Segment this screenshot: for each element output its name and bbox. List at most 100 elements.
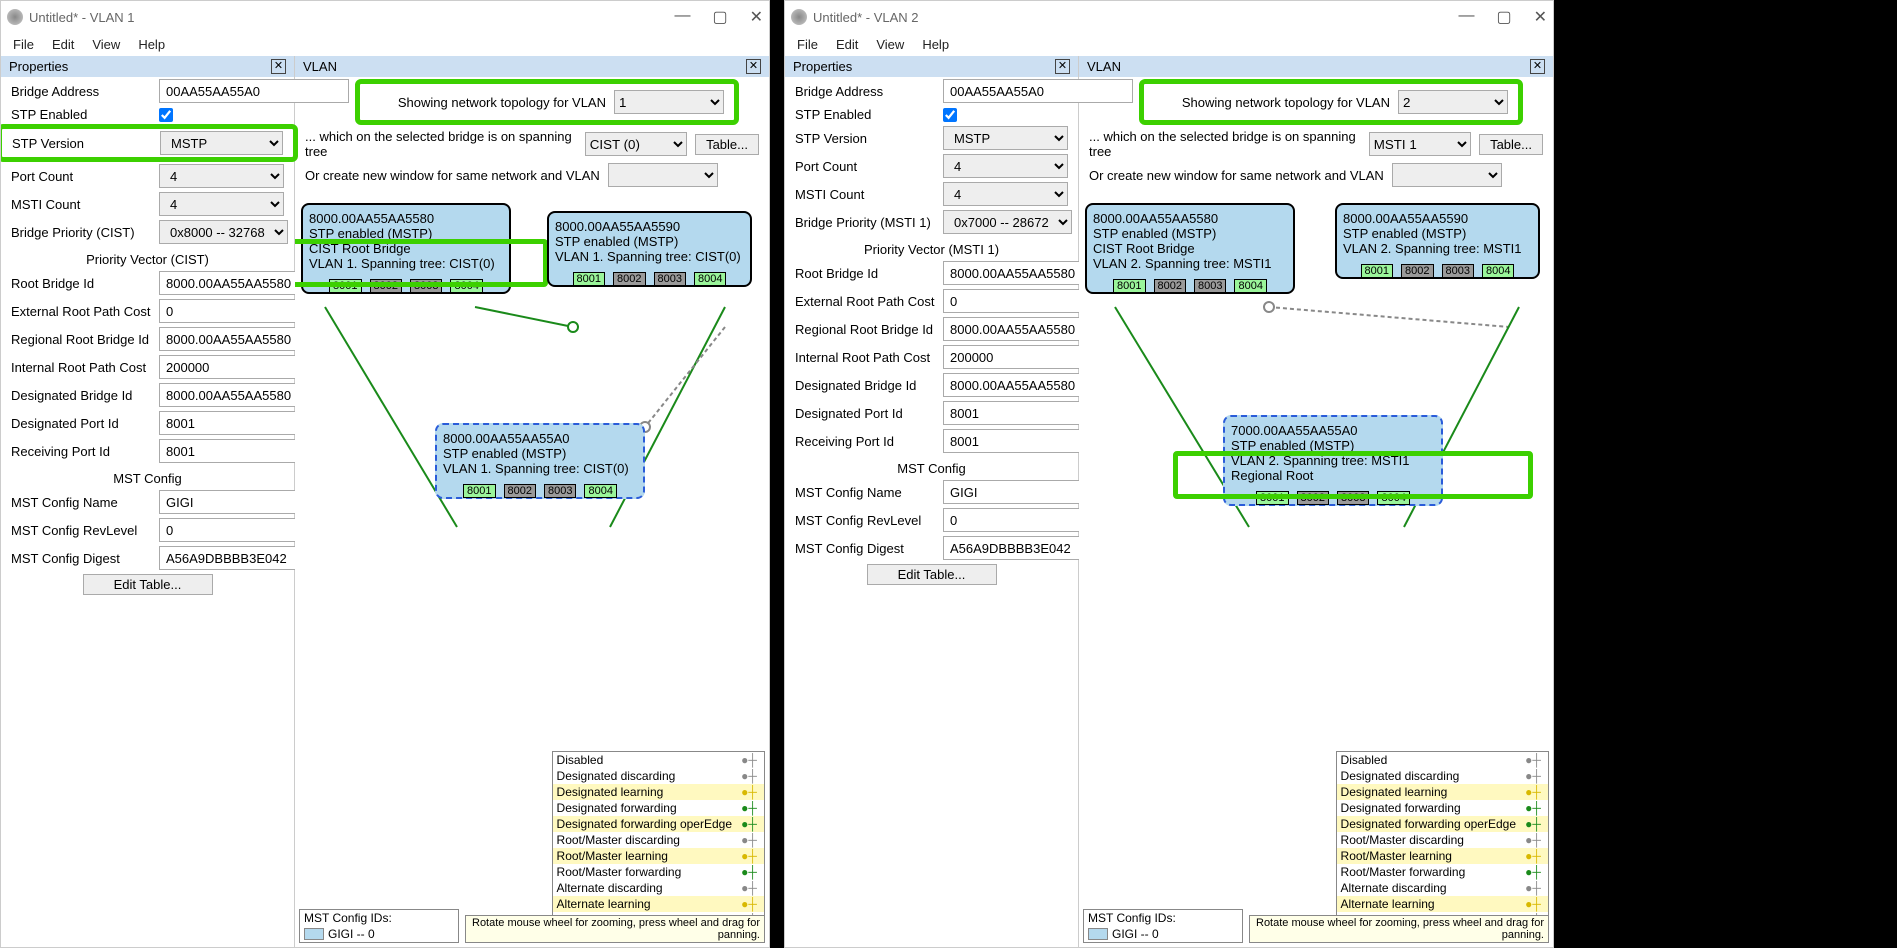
legend-row: Alternate discarding●┼ [553, 880, 764, 896]
menu-file[interactable]: File [797, 37, 818, 52]
port[interactable]: 8003 [1194, 279, 1226, 293]
desig-bridge-id-label: Designated Bridge Id [11, 388, 151, 403]
bridge-priority-select[interactable]: 0x8000 -- 32768 [159, 220, 288, 244]
legend-symbol-icon: ●┼ [738, 801, 760, 815]
ext-root-path-cost-label: External Root Path Cost [11, 304, 151, 319]
hint-tooltip: Rotate mouse wheel for zooming, press wh… [1249, 915, 1549, 943]
bridge-node-selected[interactable]: 7000.00AA55AA55A0 STP enabled (MSTP) VLA… [1223, 415, 1443, 506]
mst-name-label: MST Config Name [11, 495, 151, 510]
bridge-priority-label: Bridge Priority (CIST) [11, 225, 151, 240]
legend: Disabled●┼Designated discarding●┼Designa… [1336, 751, 1549, 929]
node-id: 7000.00AA55AA55A0 [1231, 423, 1435, 438]
port[interactable]: 8004 [1234, 279, 1266, 293]
edit-table-button[interactable]: Edit Table... [83, 574, 213, 595]
vlan-select[interactable]: 1 [614, 90, 724, 114]
menu-help[interactable]: Help [138, 37, 165, 52]
mst-config-header: MST Config [1, 465, 294, 488]
node-stp: STP enabled (MSTP) [1093, 226, 1287, 241]
port[interactable]: 8004 [694, 272, 726, 286]
stp-enabled-label: STP Enabled [795, 107, 935, 122]
spanning-tree-select[interactable]: CIST (0) [585, 132, 687, 156]
legend-row: Designated learning●┼ [553, 784, 764, 800]
close-panel-icon[interactable]: ✕ [1530, 59, 1545, 74]
which-line-label: ... which on the selected bridge is on s… [1089, 129, 1361, 159]
close-icon[interactable]: ✕ [1534, 7, 1547, 27]
msti-count-select[interactable]: 4 [159, 192, 284, 216]
bridge-node[interactable]: 8000.00AA55AA5590 STP enabled (MSTP) VLA… [547, 211, 752, 287]
port[interactable]: 8002 [504, 484, 536, 498]
port[interactable]: 8001 [1361, 264, 1393, 278]
bridge-priority-select[interactable]: 0x7000 -- 28672 [943, 210, 1072, 234]
maximize-icon[interactable]: ▢ [1496, 7, 1511, 27]
port[interactable]: 8003 [654, 272, 686, 286]
menu-edit[interactable]: Edit [52, 37, 74, 52]
new-window-select[interactable] [608, 163, 718, 187]
bridge-node[interactable]: 8000.00AA55AA5580 STP enabled (MSTP) CIS… [1085, 203, 1295, 294]
bridge-node-selected[interactable]: 8000.00AA55AA55A0 STP enabled (MSTP) VLA… [435, 423, 645, 499]
which-line-label: ... which on the selected bridge is on s… [305, 129, 577, 159]
mst-config-ids: MST Config IDs: GIGI -- 0 [1083, 909, 1243, 943]
app-window-1: Untitled* - VLAN 1 — ▢ ✕ File Edit View … [0, 0, 770, 948]
legend-symbol-icon: ●┼ [1522, 785, 1544, 799]
stp-enabled-checkbox[interactable] [943, 108, 957, 122]
legend-symbol-icon: ●┼ [738, 849, 760, 863]
node-role: CIST Root Bridge [1093, 241, 1287, 256]
legend-symbol-icon: ●┼ [738, 833, 760, 847]
legend-symbol-icon: ●┼ [1522, 801, 1544, 815]
maximize-icon[interactable]: ▢ [712, 7, 727, 27]
legend-symbol-icon: ●┼ [738, 865, 760, 879]
port[interactable]: 8001 [463, 484, 495, 498]
desig-port-id-label: Designated Port Id [11, 416, 151, 431]
bridge-priority-label: Bridge Priority (MSTI 1) [795, 215, 935, 230]
vlan-select[interactable]: 2 [1398, 90, 1508, 114]
port-count-select[interactable]: 4 [943, 154, 1068, 178]
edit-table-button[interactable]: Edit Table... [867, 564, 997, 585]
port[interactable]: 8001 [1113, 279, 1145, 293]
port[interactable]: 8004 [584, 484, 616, 498]
port[interactable]: 8002 [1401, 264, 1433, 278]
close-panel-icon[interactable]: ✕ [271, 59, 286, 74]
menu-view[interactable]: View [92, 37, 120, 52]
legend-row: Alternate learning●┼ [553, 896, 764, 912]
bridge-node[interactable]: 8000.00AA55AA5590 STP enabled (MSTP) VLA… [1335, 203, 1540, 279]
menu-view[interactable]: View [876, 37, 904, 52]
menu-file[interactable]: File [13, 37, 34, 52]
port[interactable]: 8002 [613, 272, 645, 286]
bridge-address-label: Bridge Address [11, 84, 151, 99]
new-window-select[interactable] [1392, 163, 1502, 187]
bridge-node[interactable]: 8000.00AA55AA5580 STP enabled (MSTP) CIS… [301, 203, 511, 294]
vlan-panel: VLAN ✕ Showing network topology for VLAN… [295, 56, 769, 947]
stp-enabled-checkbox[interactable] [159, 108, 173, 122]
table-button[interactable]: Table... [695, 134, 759, 155]
port[interactable]: 8003 [544, 484, 576, 498]
minimize-icon[interactable]: — [1458, 7, 1474, 27]
reg-root-bridge-id-label: Regional Root Bridge Id [11, 332, 151, 347]
stp-version-select[interactable]: MSTP [943, 126, 1068, 150]
stp-version-select[interactable]: MSTP [160, 131, 283, 155]
topology-canvas[interactable]: 8000.00AA55AA5580 STP enabled (MSTP) CIS… [1079, 197, 1553, 947]
close-icon[interactable]: ✕ [750, 7, 763, 27]
port[interactable]: 8003 [1442, 264, 1474, 278]
close-panel-icon[interactable]: ✕ [746, 59, 761, 74]
port[interactable]: 8004 [1482, 264, 1514, 278]
topology-canvas[interactable]: 8000.00AA55AA5580 STP enabled (MSTP) CIS… [295, 197, 769, 947]
new-window-label: Or create new window for same network an… [1089, 168, 1384, 183]
minimize-icon[interactable]: — [674, 7, 690, 27]
node-vlan: VLAN 1. Spanning tree: CIST(0) [555, 249, 744, 264]
window-buttons: — ▢ ✕ [674, 7, 763, 27]
close-panel-icon[interactable]: ✕ [1055, 59, 1070, 74]
msti-count-select[interactable]: 4 [943, 182, 1068, 206]
table-button[interactable]: Table... [1479, 134, 1543, 155]
menubar: File Edit View Help [1, 33, 769, 56]
int-root-path-cost-label: Internal Root Path Cost [11, 360, 151, 375]
port[interactable]: 8002 [1154, 279, 1186, 293]
node-id: 8000.00AA55AA5590 [555, 219, 744, 234]
menu-edit[interactable]: Edit [836, 37, 858, 52]
spanning-tree-select[interactable]: MSTI 1 [1369, 132, 1471, 156]
menu-help[interactable]: Help [922, 37, 949, 52]
titlebar: Untitled* - VLAN 2 — ▢ ✕ [785, 1, 1553, 33]
legend-symbol-icon: ●┼ [1522, 769, 1544, 783]
port[interactable]: 8001 [573, 272, 605, 286]
msti-count-label: MSTI Count [11, 197, 151, 212]
port-count-select[interactable]: 4 [159, 164, 284, 188]
